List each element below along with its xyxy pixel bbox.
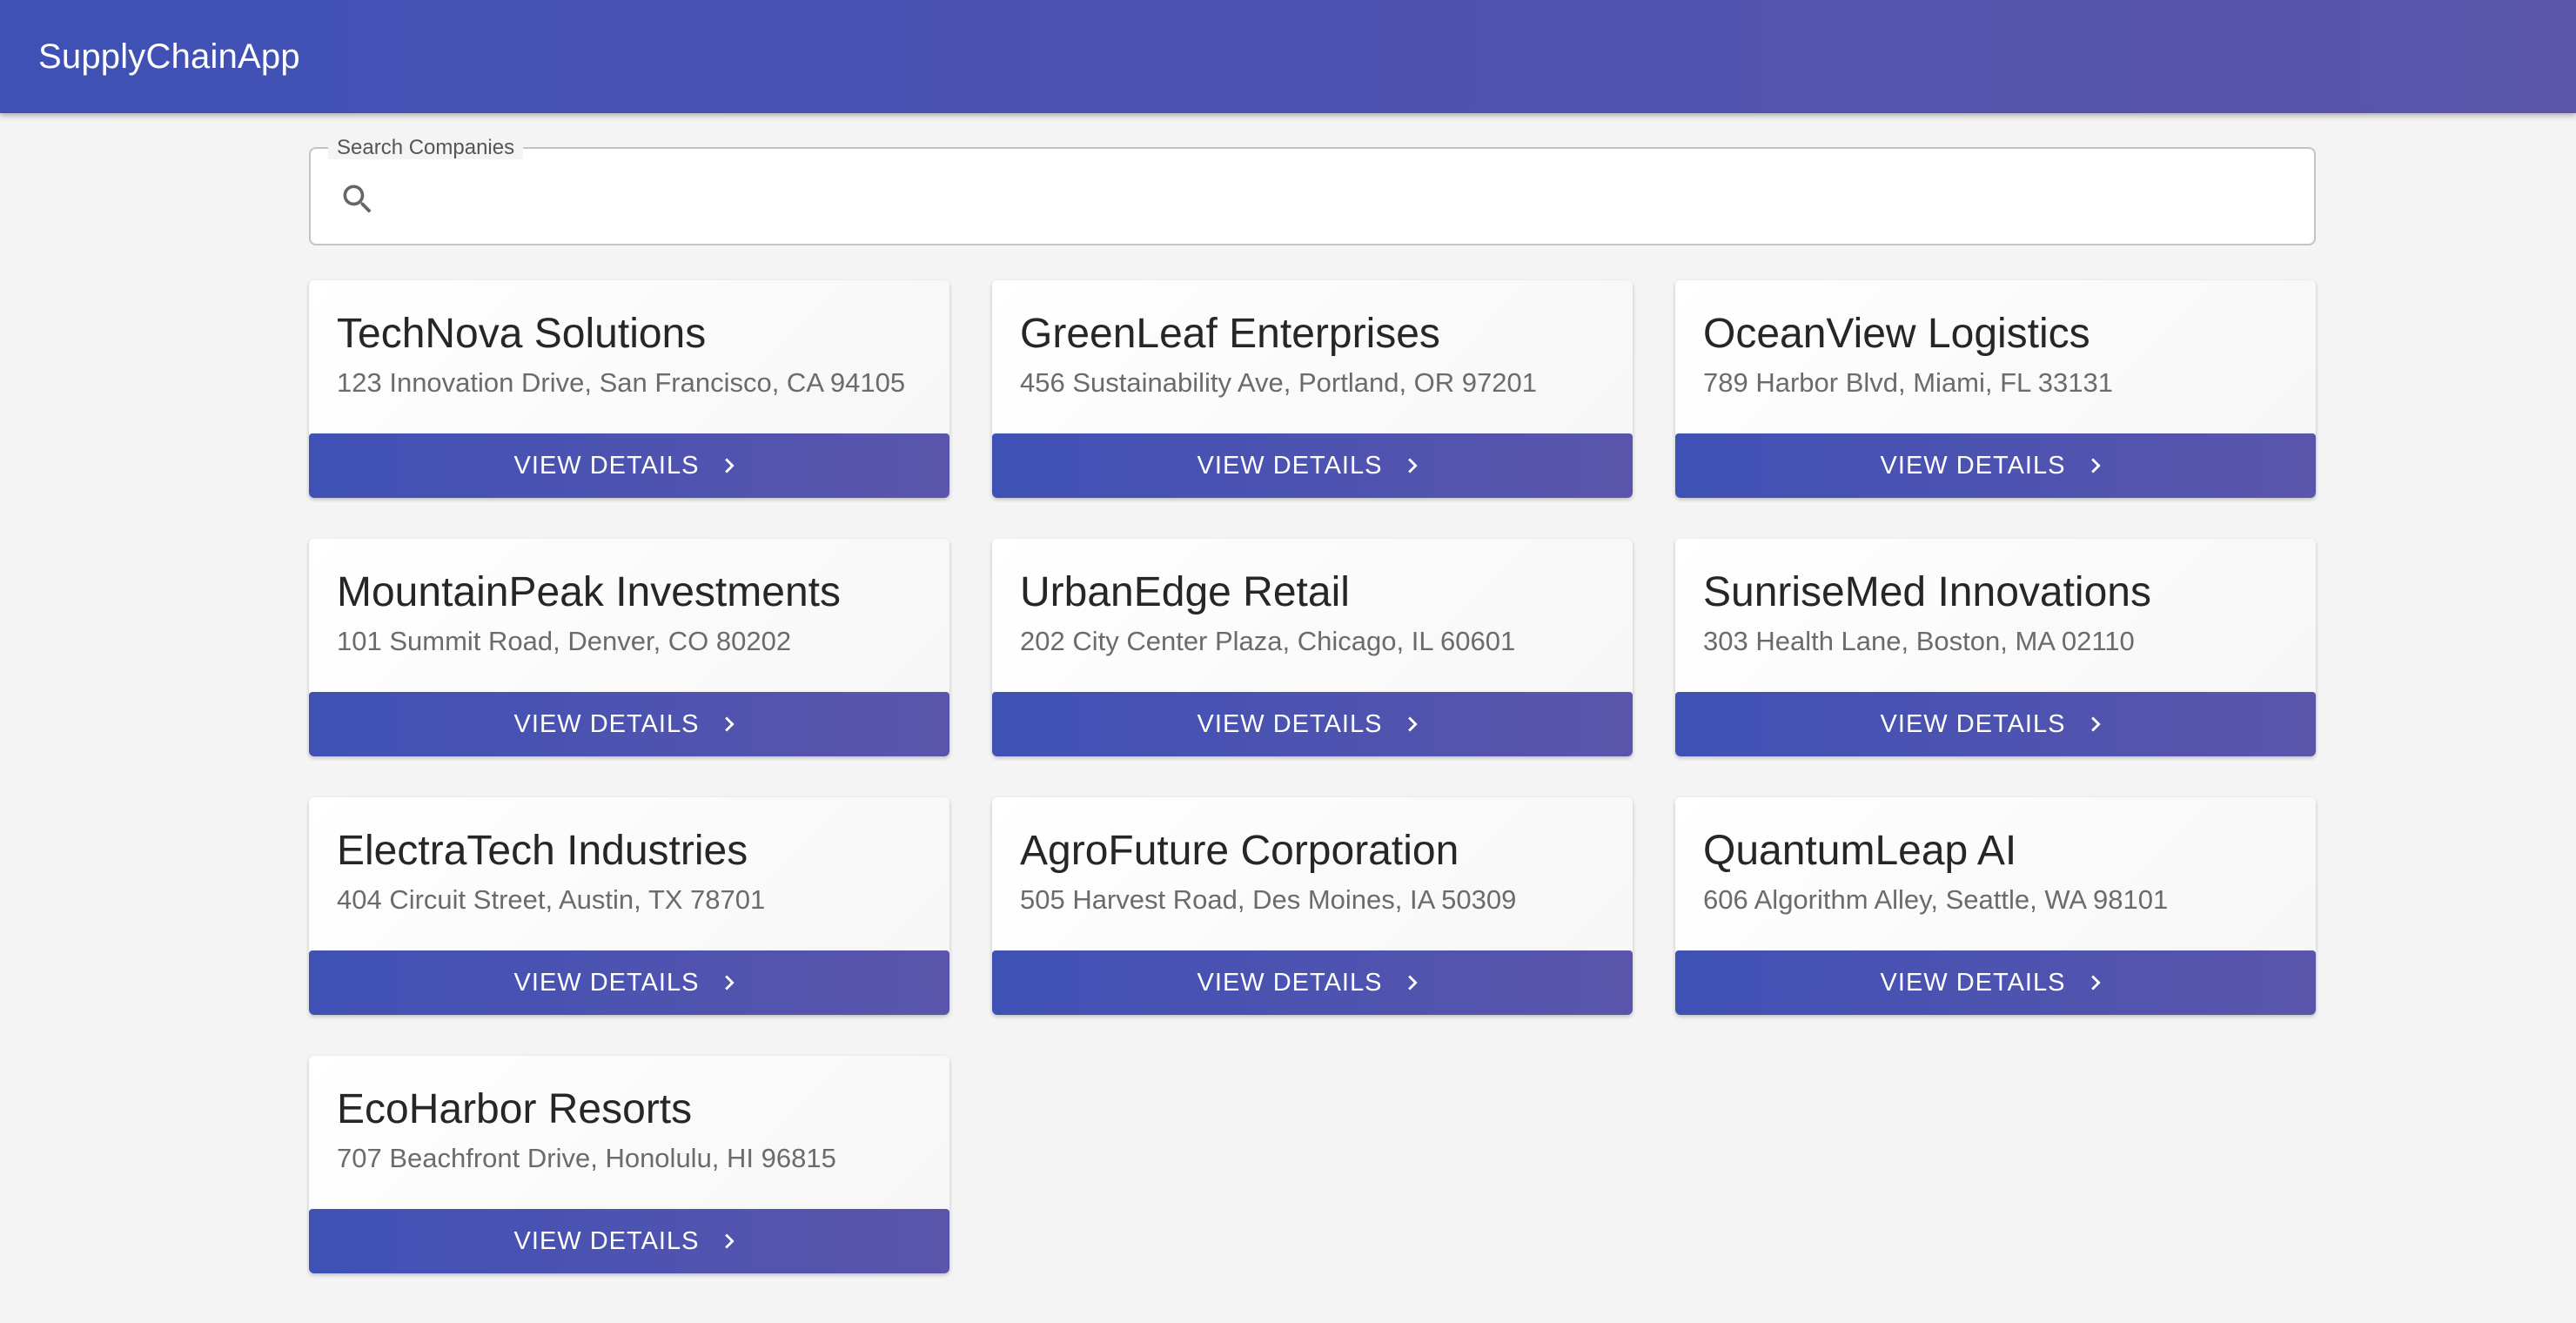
view-details-button[interactable]: VIEW DETAILS	[309, 433, 949, 498]
company-address: 202 City Center Plaza, Chicago, IL 60601	[1020, 626, 1516, 656]
company-name: UrbanEdge Retail	[1020, 569, 1350, 615]
company-name: OceanView Logistics	[1703, 311, 2090, 357]
chevron-right-icon	[1408, 716, 1419, 732]
company-address: 303 Health Lane, Boston, MA 02110	[1703, 626, 2135, 656]
company-address: 101 Summit Road, Denver, CO 80202	[337, 626, 792, 656]
company-name: QuantumLeap AI	[1703, 828, 2017, 874]
chevron-right-icon	[2091, 975, 2102, 991]
view-details-button[interactable]: VIEW DETAILS	[1675, 692, 2316, 756]
view-details-label: VIEW DETAILS	[513, 709, 700, 738]
company-name: GreenLeaf Enterprises	[1020, 311, 1440, 357]
search-field[interactable]: Search Companies	[309, 137, 2316, 245]
view-details-label: VIEW DETAILS	[1197, 968, 1383, 997]
company-address: 505 Harvest Road, Des Moines, IA 50309	[1020, 884, 1517, 915]
company-card: EcoHarbor Resorts 707 Beachfront Drive, …	[309, 1056, 949, 1273]
company-name: TechNova Solutions	[337, 311, 707, 357]
company-name: MountainPeak Investments	[337, 569, 841, 615]
company-card: QuantumLeap AI 606 Algorithm Alley, Seat…	[1675, 797, 2316, 1015]
company-card: OceanView Logistics 789 Harbor Blvd, Mia…	[1675, 280, 2316, 498]
view-details-button[interactable]: VIEW DETAILS	[309, 1209, 949, 1273]
company-card: AgroFuture Corporation 505 Harvest Road,…	[992, 797, 1633, 1015]
company-card: SunriseMed Innovations 303 Health Lane, …	[1675, 539, 2316, 756]
view-details-button[interactable]: VIEW DETAILS	[992, 692, 1633, 756]
company-address: 456 Sustainability Ave, Portland, OR 972…	[1020, 367, 1537, 398]
company-address: 123 Innovation Drive, San Francisco, CA …	[337, 367, 906, 398]
view-details-button[interactable]: VIEW DETAILS	[992, 950, 1633, 1015]
company-card: MountainPeak Investments 101 Summit Road…	[309, 539, 949, 756]
view-details-button[interactable]: VIEW DETAILS	[992, 433, 1633, 498]
view-details-label: VIEW DETAILS	[1197, 451, 1383, 480]
chevron-right-icon	[725, 1233, 735, 1249]
company-card: ElectraTech Industries 404 Circuit Stree…	[309, 797, 949, 1015]
chevron-right-icon	[725, 975, 735, 991]
chevron-right-icon	[2091, 458, 2102, 473]
chevron-right-icon	[725, 716, 735, 732]
company-name: ElectraTech Industries	[337, 828, 748, 874]
chevron-right-icon	[1408, 458, 1419, 473]
view-details-button[interactable]: VIEW DETAILS	[309, 692, 949, 756]
view-details-label: VIEW DETAILS	[513, 1226, 700, 1255]
view-details-button[interactable]: VIEW DETAILS	[309, 950, 949, 1015]
app-bar: SupplyChainApp	[0, 0, 2576, 113]
view-details-button[interactable]: VIEW DETAILS	[1675, 433, 2316, 498]
company-card: TechNova Solutions 123 Innovation Drive,…	[309, 280, 949, 498]
company-name: AgroFuture Corporation	[1020, 828, 1459, 874]
view-details-label: VIEW DETAILS	[1197, 709, 1383, 738]
company-address: 707 Beachfront Drive, Honolulu, HI 96815	[337, 1143, 836, 1173]
company-card: UrbanEdge Retail 202 City Center Plaza, …	[992, 539, 1633, 756]
company-name: SunriseMed Innovations	[1703, 569, 2151, 615]
search-icon	[343, 185, 372, 213]
company-address: 789 Harbor Blvd, Miami, FL 33131	[1703, 367, 2113, 398]
view-details-label: VIEW DETAILS	[513, 451, 700, 480]
company-address: 404 Circuit Street, Austin, TX 78701	[337, 884, 766, 915]
chevron-right-icon	[725, 458, 735, 473]
view-details-label: VIEW DETAILS	[1880, 709, 2066, 738]
search-input[interactable]	[398, 149, 2295, 244]
view-details-button[interactable]: VIEW DETAILS	[1675, 950, 2316, 1015]
app-title: SupplyChainApp	[38, 37, 300, 76]
company-grid: TechNova Solutions 123 Innovation Drive,…	[309, 280, 2316, 1273]
company-card: GreenLeaf Enterprises 456 Sustainability…	[992, 280, 1633, 498]
view-details-label: VIEW DETAILS	[1880, 451, 2066, 480]
chevron-right-icon	[1408, 975, 1419, 991]
main-content: Search Companies TechNova Solutions 123 …	[309, 137, 2316, 1273]
company-name: EcoHarbor Resorts	[337, 1086, 693, 1132]
chevron-right-icon	[2091, 716, 2102, 732]
view-details-label: VIEW DETAILS	[513, 968, 700, 997]
view-details-label: VIEW DETAILS	[1880, 968, 2066, 997]
company-address: 606 Algorithm Alley, Seattle, WA 98101	[1703, 884, 2169, 915]
